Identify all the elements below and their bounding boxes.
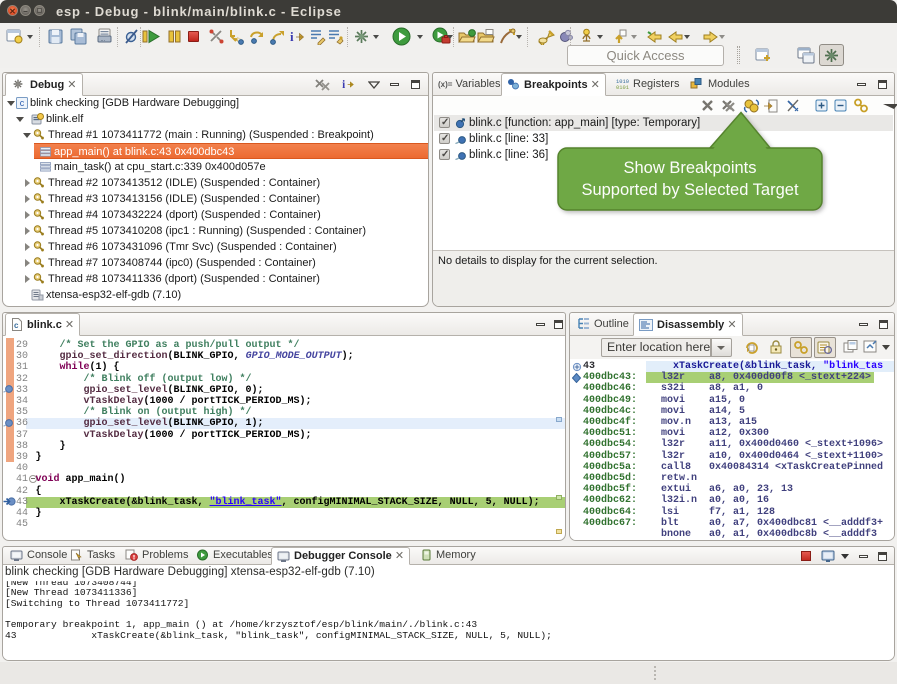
svg-text:0101: 0101 [616,85,629,90]
svg-text:c: c [14,321,19,330]
svg-text:Show Breakpoints: Show Breakpoints [624,159,757,177]
svg-text:c: c [20,98,25,108]
svg-text:Supported by Selected Target: Supported by Selected Target [581,181,799,199]
svg-text:...: ... [101,37,106,43]
svg-text:i: i [290,29,294,44]
svg-text:i: i [342,79,345,91]
